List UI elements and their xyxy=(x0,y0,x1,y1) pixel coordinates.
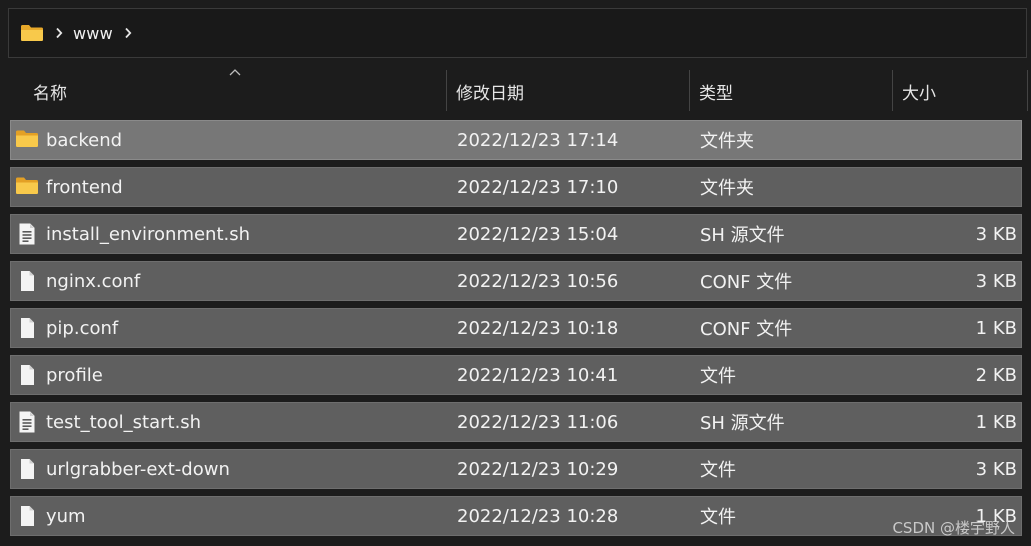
file-size: 1 KB xyxy=(975,411,1017,433)
file-icon xyxy=(15,317,39,339)
file-modified: 2022/12/23 17:14 xyxy=(457,129,619,151)
script-file-icon xyxy=(15,223,39,245)
file-type: SH 源文件 xyxy=(700,225,785,246)
file-modified: 2022/12/23 10:28 xyxy=(457,505,619,527)
file-name: install_environment.sh xyxy=(46,223,251,245)
file-icon xyxy=(15,270,39,292)
breadcrumb-item-www[interactable]: www xyxy=(73,24,113,43)
file-name: profile xyxy=(46,364,103,386)
folder-icon xyxy=(20,24,44,42)
file-size: 3 KB xyxy=(975,458,1017,480)
file-name: pip.conf xyxy=(46,317,119,339)
file-modified: 2022/12/23 15:04 xyxy=(457,223,619,245)
file-row[interactable]: yum 2022/12/23 10:28 文件 1 KB xyxy=(10,496,1022,536)
file-name: nginx.conf xyxy=(46,270,141,292)
file-row[interactable]: urlgrabber-ext-down 2022/12/23 10:29 文件 … xyxy=(10,449,1022,489)
file-type: 文件夹 xyxy=(700,131,754,152)
file-type: SH 源文件 xyxy=(700,413,785,434)
column-divider[interactable] xyxy=(446,70,447,111)
watermark: CSDN @楼宇野人 xyxy=(892,519,1015,537)
file-size xyxy=(893,121,1017,159)
file-name: frontend xyxy=(46,176,123,198)
column-divider[interactable] xyxy=(689,70,690,111)
file-name: test_tool_start.sh xyxy=(46,411,202,433)
file-type: 文件夹 xyxy=(700,178,754,199)
column-divider[interactable] xyxy=(892,70,893,111)
file-type: CONF 文件 xyxy=(700,272,793,293)
file-size: 2 KB xyxy=(975,364,1017,386)
file-icon xyxy=(15,505,39,527)
folder-icon xyxy=(15,129,39,151)
column-header-size[interactable]: 大小 xyxy=(902,70,936,112)
file-size: 1 KB xyxy=(975,317,1017,339)
file-name: backend xyxy=(46,129,123,151)
file-type: CONF 文件 xyxy=(700,319,793,340)
file-size: 3 KB xyxy=(975,223,1017,245)
column-header-modified[interactable]: 修改日期 xyxy=(456,70,524,112)
file-name: yum xyxy=(46,505,86,527)
file-row[interactable]: install_environment.sh 2022/12/23 15:04 … xyxy=(10,214,1022,254)
column-header-type[interactable]: 类型 xyxy=(699,70,733,112)
column-divider[interactable] xyxy=(1027,70,1028,111)
file-size: 3 KB xyxy=(975,270,1017,292)
file-modified: 2022/12/23 17:10 xyxy=(457,176,619,198)
column-header-name[interactable]: 名称 xyxy=(33,70,67,112)
file-type: 文件 xyxy=(700,507,736,528)
sort-ascending-icon xyxy=(229,69,241,76)
file-type: 文件 xyxy=(700,366,736,387)
file-size xyxy=(893,168,1017,206)
file-modified: 2022/12/23 10:18 xyxy=(457,317,619,339)
file-modified: 2022/12/23 10:56 xyxy=(457,270,619,292)
file-row[interactable]: frontend 2022/12/23 17:10 文件夹 xyxy=(10,167,1022,207)
folder-icon xyxy=(15,176,39,198)
file-row[interactable]: nginx.conf 2022/12/23 10:56 CONF 文件 3 KB xyxy=(10,261,1022,301)
file-modified: 2022/12/23 11:06 xyxy=(457,411,619,433)
file-icon xyxy=(15,364,39,386)
file-icon xyxy=(15,458,39,480)
file-type: 文件 xyxy=(700,460,736,481)
file-row[interactable]: backend 2022/12/23 17:14 文件夹 xyxy=(10,120,1022,160)
chevron-right-icon[interactable] xyxy=(124,27,132,39)
file-row[interactable]: profile 2022/12/23 10:41 文件 2 KB xyxy=(10,355,1022,395)
file-modified: 2022/12/23 10:29 xyxy=(457,458,619,480)
chevron-right-icon[interactable] xyxy=(55,27,63,39)
file-row[interactable]: test_tool_start.sh 2022/12/23 11:06 SH 源… xyxy=(10,402,1022,442)
file-row[interactable]: pip.conf 2022/12/23 10:18 CONF 文件 1 KB xyxy=(10,308,1022,348)
file-explorer-window: www 名称 修改日期 类型 大小 backend 2022/12/23 17:… xyxy=(0,0,1031,546)
file-name: urlgrabber-ext-down xyxy=(46,458,230,480)
column-header: 名称 修改日期 类型 大小 xyxy=(0,69,1031,112)
address-bar[interactable]: www xyxy=(8,8,1027,58)
file-modified: 2022/12/23 10:41 xyxy=(457,364,619,386)
script-file-icon xyxy=(15,411,39,433)
